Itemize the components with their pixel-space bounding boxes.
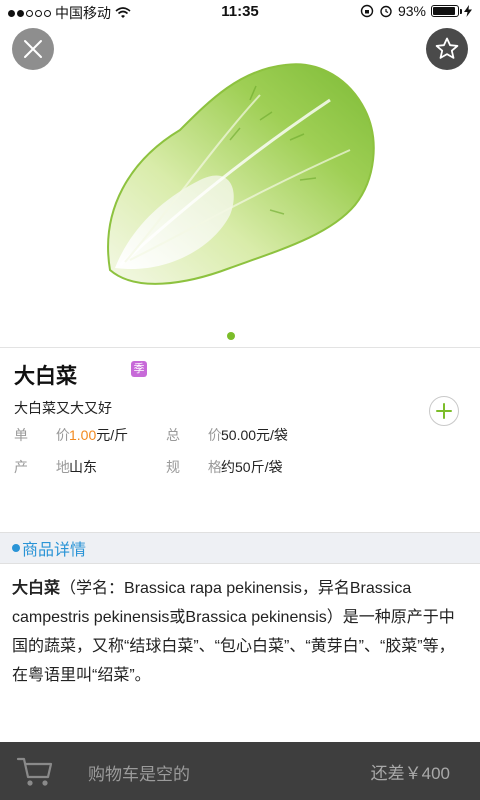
total-price-label: 总 价: [166, 427, 234, 443]
charging-icon: [464, 5, 472, 17]
bullet-icon: [12, 544, 20, 552]
origin-value: 山东: [69, 459, 97, 475]
cabbage-image: [107, 63, 375, 285]
season-badge: 季: [131, 361, 147, 377]
details-title: 商品详情: [22, 542, 87, 559]
plus-icon: [436, 403, 452, 419]
wifi-icon: [115, 7, 131, 18]
description-body: （学名：Brassica rapa pekinensis，异名Brassica …: [12, 580, 455, 684]
spec-row: 规 格 约50斤/袋: [166, 457, 282, 477]
cart-difference: 还差￥400: [370, 764, 450, 783]
product-image-carousel[interactable]: [0, 0, 480, 348]
battery-icon: [431, 5, 462, 17]
product-tagline: 大白菜又大又好: [14, 400, 112, 416]
origin-row: 产 地 山东: [14, 457, 97, 477]
signal-strength-icon: [8, 9, 51, 17]
spec-value: 约50斤/袋: [221, 459, 283, 475]
favorite-button[interactable]: [426, 28, 468, 70]
unit-price-row: 单 价 1.00 元/斤: [14, 425, 128, 445]
product-info-panel: 大白菜 季 大白菜又大又好 单 价 1.00 元/斤 总 价 50.00元/袋 产…: [0, 348, 480, 532]
close-button[interactable]: [12, 28, 54, 70]
details-section-header: 商品详情: [0, 532, 480, 564]
star-icon: [435, 37, 459, 59]
status-right: 93%: [360, 3, 472, 19]
unit-price-unit: 元/斤: [96, 427, 129, 443]
carousel-indicator-dot[interactable]: [227, 332, 235, 340]
close-icon: [24, 40, 42, 58]
cart-bar[interactable]: 购物车是空的 还差￥400: [0, 742, 480, 800]
carrier-name: 中国移动: [55, 5, 111, 21]
cart-icon[interactable]: [16, 756, 54, 788]
product-description: 大白菜（学名：Brassica rapa pekinensis，异名Brassi…: [12, 574, 470, 690]
spec-label: 规 格: [166, 459, 234, 475]
status-bar: 中国移动 11:35 93%: [0, 0, 480, 24]
origin-label: 产 地: [14, 459, 82, 475]
add-to-cart-button[interactable]: [429, 396, 459, 426]
total-price-row: 总 价 50.00元/袋: [166, 425, 288, 445]
cart-status: 购物车是空的: [88, 765, 190, 784]
alarm-icon: [380, 5, 392, 18]
unit-price-label: 单 价: [14, 427, 82, 443]
total-price-value: 50.00元/袋: [221, 427, 288, 443]
unit-price-value: 1.00: [69, 427, 97, 443]
description-name: 大白菜: [12, 580, 61, 597]
orientation-lock-icon: [360, 4, 374, 18]
battery-percent: 93%: [397, 3, 426, 19]
status-left: 中国移动: [8, 3, 131, 23]
product-name: 大白菜: [14, 365, 77, 388]
